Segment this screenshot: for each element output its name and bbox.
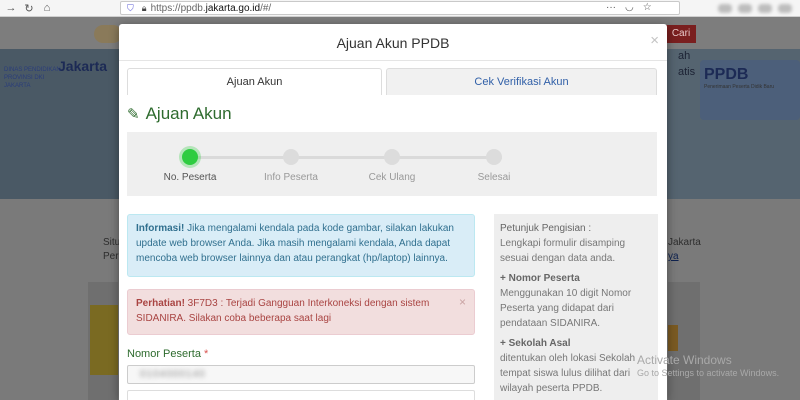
ajuan-akun-modal: Ajuan Akun PPDB × Ajuan Akun Cek Verifik… — [119, 24, 667, 400]
url-host: jakarta.go.id — [205, 2, 261, 14]
step-dot-no-peserta — [182, 149, 198, 165]
step-dot-cek-ulang — [384, 149, 400, 165]
background-jakarta-link-line2: ya — [668, 251, 679, 262]
background-situ-line1: Situ — [103, 237, 121, 248]
help-item-heading: + Nomor Peserta — [500, 273, 580, 284]
shield-icon: ⛉ — [127, 2, 134, 13]
background-banner-line1: ah — [678, 50, 691, 62]
nomor-peserta-value: 0104000140 — [140, 369, 206, 380]
tab-ajuan-akun[interactable]: Ajuan Akun — [127, 68, 382, 95]
url-suffix: /#/ — [260, 2, 272, 14]
browser-toolbar: → ↻ ⌂ ⛉ 🔒︎ https://ppdb. jakarta.go.id/#/… — [0, 0, 800, 17]
background-banner-text: ah atis — [678, 48, 695, 80]
info-alert: Informasi! Jika mengalami kendala pada k… — [127, 214, 475, 277]
step-label-selesai: Selesai — [477, 172, 511, 183]
extension-icons — [718, 4, 792, 13]
background-situ-text: Situ Per — [103, 236, 120, 264]
step-label-info-peserta: Info Peserta — [264, 172, 318, 183]
background-jakarta-link-line1: Jakarta — [668, 237, 701, 248]
help-title: Petunjuk Pengisian : — [500, 223, 592, 234]
background-card-orange — [668, 325, 678, 351]
pocket-icon[interactable]: ◡ — [625, 2, 634, 13]
background-ppdb-text: PPDB — [704, 66, 749, 83]
background-situ-line2: Per — [103, 251, 119, 262]
help-item-heading: + Sekolah Asal — [500, 338, 571, 349]
step-label-no-peserta: No. Peserta — [163, 172, 217, 183]
lock-icon: 🔒︎ — [141, 2, 147, 13]
background-card-yellow — [90, 305, 118, 375]
alert-close-icon[interactable]: × — [459, 295, 466, 310]
forward-icon[interactable]: → — [4, 1, 18, 15]
stepper-line — [190, 156, 502, 159]
step-dot-selesai — [486, 149, 502, 165]
background-search-button: Cari — [666, 25, 696, 43]
nomor-peserta-label-text: Nomor Peserta — [127, 348, 201, 360]
background-logo — [94, 25, 122, 43]
help-item-text: Menggunakan 10 digit Nomor Peserta yang … — [500, 288, 632, 329]
section-title: ✎ Ajuan Akun — [127, 104, 232, 124]
watermark-subtitle: Go to Settings to activate Windows. — [637, 368, 780, 378]
step-dot-info-peserta — [283, 149, 299, 165]
section-title-text: Ajuan Akun — [145, 104, 232, 123]
help-item-text: ditentukan oleh lokasi Sekolah tempat si… — [500, 353, 636, 394]
background-dinas-text: DINAS PENDIDIKAN PROVINSI DKI JAKARTA — [4, 67, 61, 89]
info-alert-text: Jika mengalami kendala pada kode gambar,… — [136, 223, 454, 264]
reload-icon[interactable]: ↻ — [22, 1, 36, 15]
background-jakarta-logo: Jakarta — [58, 58, 108, 74]
next-field-edge — [127, 390, 475, 400]
modal-title: Ajuan Akun PPDB — [336, 35, 450, 51]
danger-alert: Perhatian! 3F7D3 : Terjadi Gangguan Inte… — [127, 289, 475, 335]
info-alert-heading: Informasi! — [136, 223, 185, 234]
nomor-peserta-label: Nomor Peserta * — [127, 348, 208, 360]
bookmark-star-icon[interactable]: ☆ — [643, 2, 652, 13]
url-prefix: https://ppdb. — [150, 2, 206, 14]
help-panel: Petunjuk Pengisian : Lengkapi formulir d… — [494, 214, 658, 400]
required-mark: * — [204, 348, 209, 360]
step-label-cek-ulang: Cek Ulang — [368, 172, 416, 183]
home-icon[interactable]: ⌂ — [40, 1, 54, 15]
tab-cek-verifikasi-akun[interactable]: Cek Verifikasi Akun — [386, 68, 657, 95]
nomor-peserta-input[interactable]: 0104000140 — [127, 365, 475, 384]
address-bar[interactable]: ⛉ 🔒︎ https://ppdb. jakarta.go.id/#/ — [120, 1, 680, 15]
background-ppdb-logo: PPDB Penerimaan Peserta Didik Baru — [700, 60, 800, 120]
progress-stepper: No. Peserta Info Peserta Cek Ulang Seles… — [127, 132, 657, 196]
watermark-title: Activate Windows — [637, 353, 732, 367]
more-icon[interactable]: ··· — [606, 2, 616, 13]
background-ppdb-sub: Penerimaan Peserta Didik Baru — [704, 84, 775, 90]
close-icon[interactable]: × — [650, 32, 659, 49]
modal-tabs: Ajuan Akun Cek Verifikasi Akun — [127, 68, 657, 95]
help-intro: Lengkapi formulir disamping sesuai denga… — [500, 238, 626, 264]
background-jakarta-link: Jakarta ya — [668, 236, 701, 264]
background-banner-line2: atis — [678, 66, 696, 78]
windows-activation-watermark: Activate Windows Go to Settings to activ… — [637, 354, 779, 380]
modal-header: Ajuan Akun PPDB × — [119, 24, 667, 61]
danger-alert-heading: Perhatian! — [136, 298, 185, 309]
pencil-icon: ✎ — [127, 106, 140, 123]
